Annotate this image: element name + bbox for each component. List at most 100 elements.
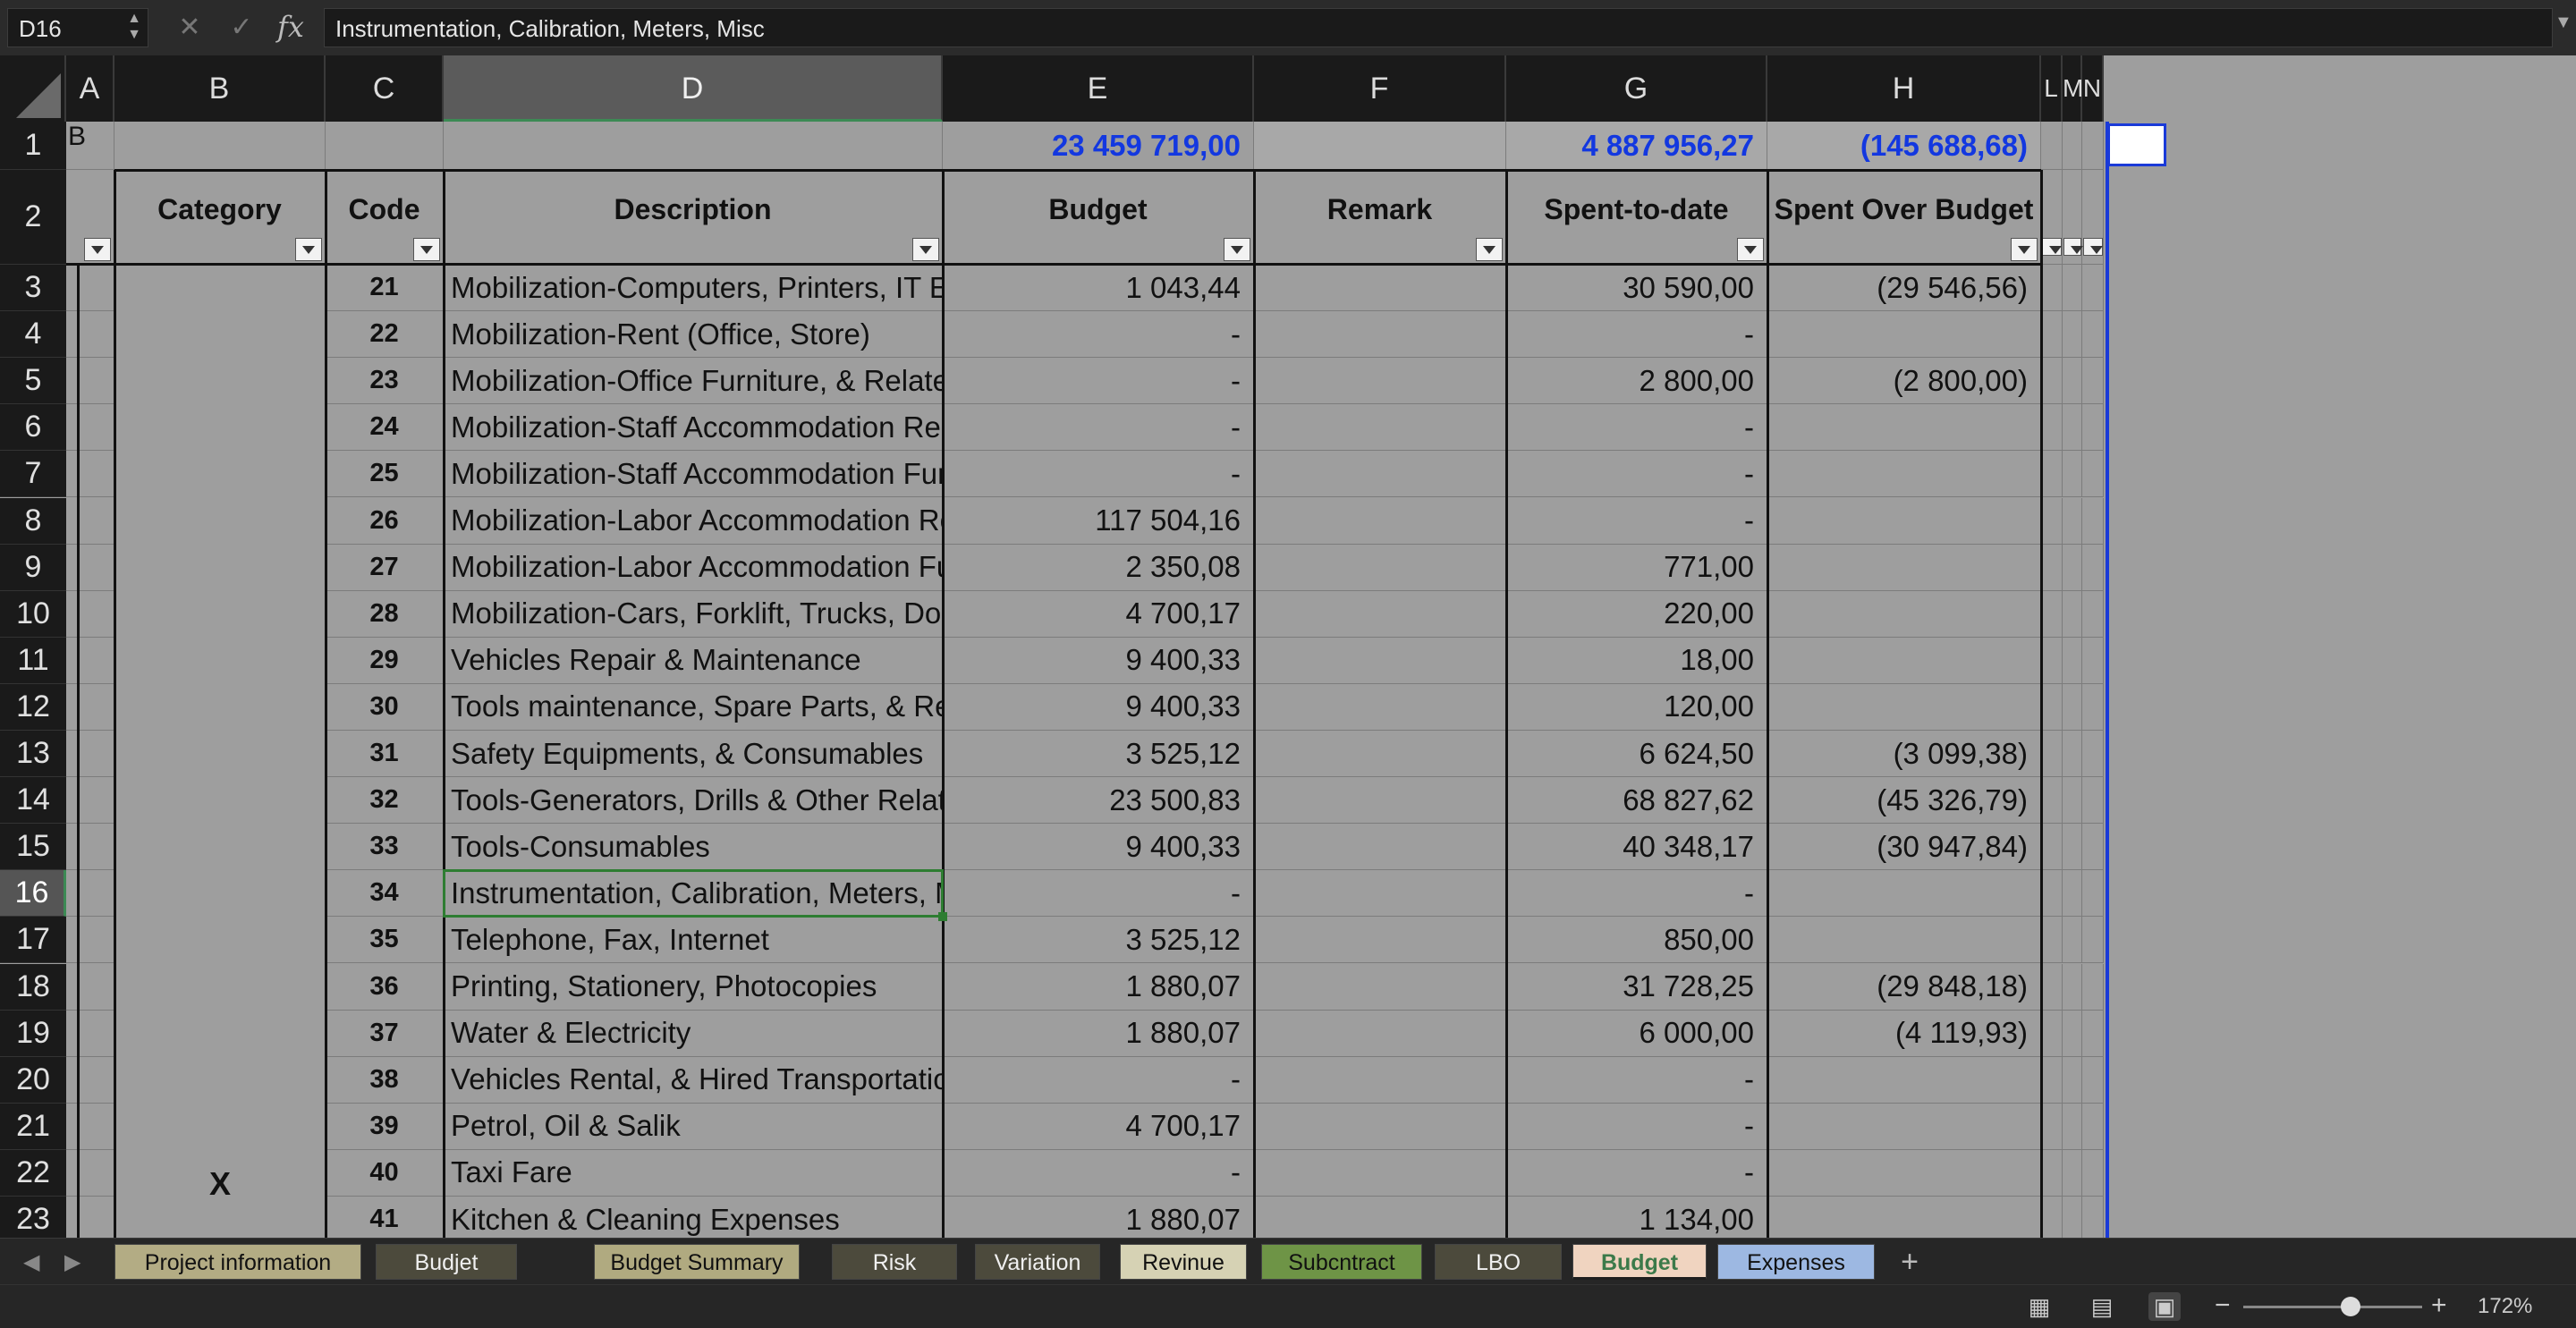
over-budget-cell[interactable] — [1767, 404, 2041, 452]
code-cell[interactable]: 40 — [326, 1149, 444, 1197]
over-budget-cell[interactable]: (29 546,56) — [1767, 265, 2041, 312]
sheet-tab[interactable]: LBO — [1435, 1244, 1562, 1280]
cell-b1[interactable] — [114, 122, 326, 170]
remark-cell[interactable] — [1254, 544, 1506, 591]
code-cell[interactable]: 28 — [326, 590, 444, 638]
cell-m3[interactable] — [2063, 265, 2082, 312]
code-cell[interactable]: 24 — [326, 404, 444, 452]
spent-cell[interactable]: 120,00 — [1506, 683, 1767, 731]
cell-l14[interactable] — [2041, 777, 2063, 825]
column-header-g[interactable]: G — [1506, 55, 1767, 122]
cell-m4[interactable] — [2063, 311, 2082, 359]
cell-m12[interactable] — [2063, 683, 2082, 731]
description-cell[interactable]: Printing, Stationery, Photocopies — [444, 963, 943, 1011]
remark-cell[interactable] — [1254, 497, 1506, 545]
filter-dropdown-f[interactable] — [1476, 238, 1503, 261]
row-header-10[interactable]: 10 — [0, 590, 66, 638]
over-budget-cell[interactable] — [1767, 497, 2041, 545]
code-cell[interactable]: 27 — [326, 544, 444, 591]
function-icon[interactable]: fx — [277, 9, 304, 45]
budget-cell[interactable]: - — [943, 311, 1254, 359]
description-cell[interactable]: Vehicles Rental, & Hired Transportation — [444, 1056, 943, 1104]
cell-l16[interactable] — [2041, 870, 2063, 918]
row-header-20[interactable]: 20 — [0, 1056, 66, 1104]
budget-cell[interactable]: - — [943, 404, 1254, 452]
normal-view-icon[interactable]: ▦ — [2023, 1292, 2055, 1321]
cell-n21[interactable] — [2082, 1103, 2104, 1150]
sheet-tab[interactable]: Expenses — [1717, 1244, 1875, 1280]
remark-cell[interactable] — [1254, 265, 1506, 312]
cell-l5[interactable] — [2041, 358, 2063, 405]
budget-cell[interactable]: 9 400,33 — [943, 824, 1254, 871]
budget-cell[interactable]: 1 880,07 — [943, 1197, 1254, 1238]
spent-cell[interactable]: - — [1506, 1056, 1767, 1104]
code-cell[interactable]: 39 — [326, 1103, 444, 1150]
row-header-2[interactable]: 2 — [0, 170, 66, 265]
select-all-corner[interactable] — [0, 55, 66, 122]
sheet-tab[interactable]: Project information — [114, 1244, 361, 1280]
filter-dropdown-g[interactable] — [1737, 238, 1764, 261]
cell-a3[interactable] — [66, 265, 114, 312]
remark-cell[interactable] — [1254, 1010, 1506, 1057]
cell-m20[interactable] — [2063, 1056, 2082, 1104]
cell-l4[interactable] — [2041, 311, 2063, 359]
spent-cell[interactable]: 850,00 — [1506, 917, 1767, 964]
cell-a9[interactable] — [66, 544, 114, 591]
formula-input[interactable]: Instrumentation, Calibration, Meters, Mi… — [324, 8, 2553, 47]
column-header-b[interactable]: B — [114, 55, 326, 122]
column-header-n[interactable]: N — [2082, 55, 2104, 122]
cell-a13[interactable] — [66, 731, 114, 778]
row-header-17[interactable]: 17 — [0, 917, 66, 964]
over-budget-cell[interactable]: (4 119,93) — [1767, 1010, 2041, 1057]
cell-m10[interactable] — [2063, 590, 2082, 638]
cell-n7[interactable] — [2082, 451, 2104, 498]
spent-total[interactable]: 4 887 956,27 — [1506, 122, 1767, 170]
spent-cell[interactable]: - — [1506, 1103, 1767, 1150]
spent-cell[interactable]: - — [1506, 1149, 1767, 1197]
description-cell[interactable]: Safety Equipments, & Consumables — [444, 731, 943, 778]
column-header-a[interactable]: A — [66, 55, 114, 122]
spent-cell[interactable]: - — [1506, 497, 1767, 545]
cell-a16[interactable] — [66, 870, 114, 918]
row-header-15[interactable]: 15 — [0, 824, 66, 871]
spent-cell[interactable]: 31 728,25 — [1506, 963, 1767, 1011]
description-cell[interactable]: Water & Electricity — [444, 1010, 943, 1057]
cell-a7[interactable] — [66, 451, 114, 498]
chevron-down-icon[interactable]: ▼ — [2555, 13, 2572, 33]
sheet-tab[interactable]: Budget Summary — [594, 1244, 800, 1280]
column-header-h[interactable]: H — [1767, 55, 2041, 122]
cell-m13[interactable] — [2063, 731, 2082, 778]
cell-m5[interactable] — [2063, 358, 2082, 405]
cell-n4[interactable] — [2082, 311, 2104, 359]
row-header-23[interactable]: 23 — [0, 1197, 66, 1238]
zoom-in-button[interactable]: + — [2431, 1290, 2447, 1321]
spent-cell[interactable]: 2 800,00 — [1506, 358, 1767, 405]
cell-m21[interactable] — [2063, 1103, 2082, 1150]
cell-l6[interactable] — [2041, 404, 2063, 452]
over-budget-cell[interactable]: (45 326,79) — [1767, 777, 2041, 825]
header-remark[interactable]: Remark — [1254, 170, 1506, 265]
cell-n20[interactable] — [2082, 1056, 2104, 1104]
budget-cell[interactable]: 117 504,16 — [943, 497, 1254, 545]
row-header-5[interactable]: 5 — [0, 358, 66, 405]
header-spent-over-budget[interactable]: Spent Over Budget — [1767, 170, 2041, 265]
spent-cell[interactable]: 40 348,17 — [1506, 824, 1767, 871]
cell-m6[interactable] — [2063, 404, 2082, 452]
description-cell[interactable]: Tools-Consumables — [444, 824, 943, 871]
budget-cell[interactable]: 2 350,08 — [943, 544, 1254, 591]
spent-cell[interactable]: 68 827,62 — [1506, 777, 1767, 825]
description-cell[interactable]: Petrol, Oil & Salik — [444, 1103, 943, 1150]
filter-dropdown-a[interactable] — [84, 238, 111, 261]
description-cell[interactable]: Instrumentation, Calibration, Meters, Mi… — [444, 870, 943, 918]
code-cell[interactable]: 23 — [326, 358, 444, 405]
cell-n19[interactable] — [2082, 1010, 2104, 1057]
cell-a19[interactable] — [66, 1010, 114, 1057]
remark-cell[interactable] — [1254, 1103, 1506, 1150]
budget-cell[interactable]: 3 525,12 — [943, 731, 1254, 778]
cell-n23[interactable] — [2082, 1197, 2104, 1238]
remark-cell[interactable] — [1254, 637, 1506, 684]
cell-m16[interactable] — [2063, 870, 2082, 918]
code-cell[interactable]: 36 — [326, 963, 444, 1011]
description-cell[interactable]: Mobilization-Labor Accommodation Rent — [444, 497, 943, 545]
cell-l1[interactable] — [2041, 122, 2063, 170]
